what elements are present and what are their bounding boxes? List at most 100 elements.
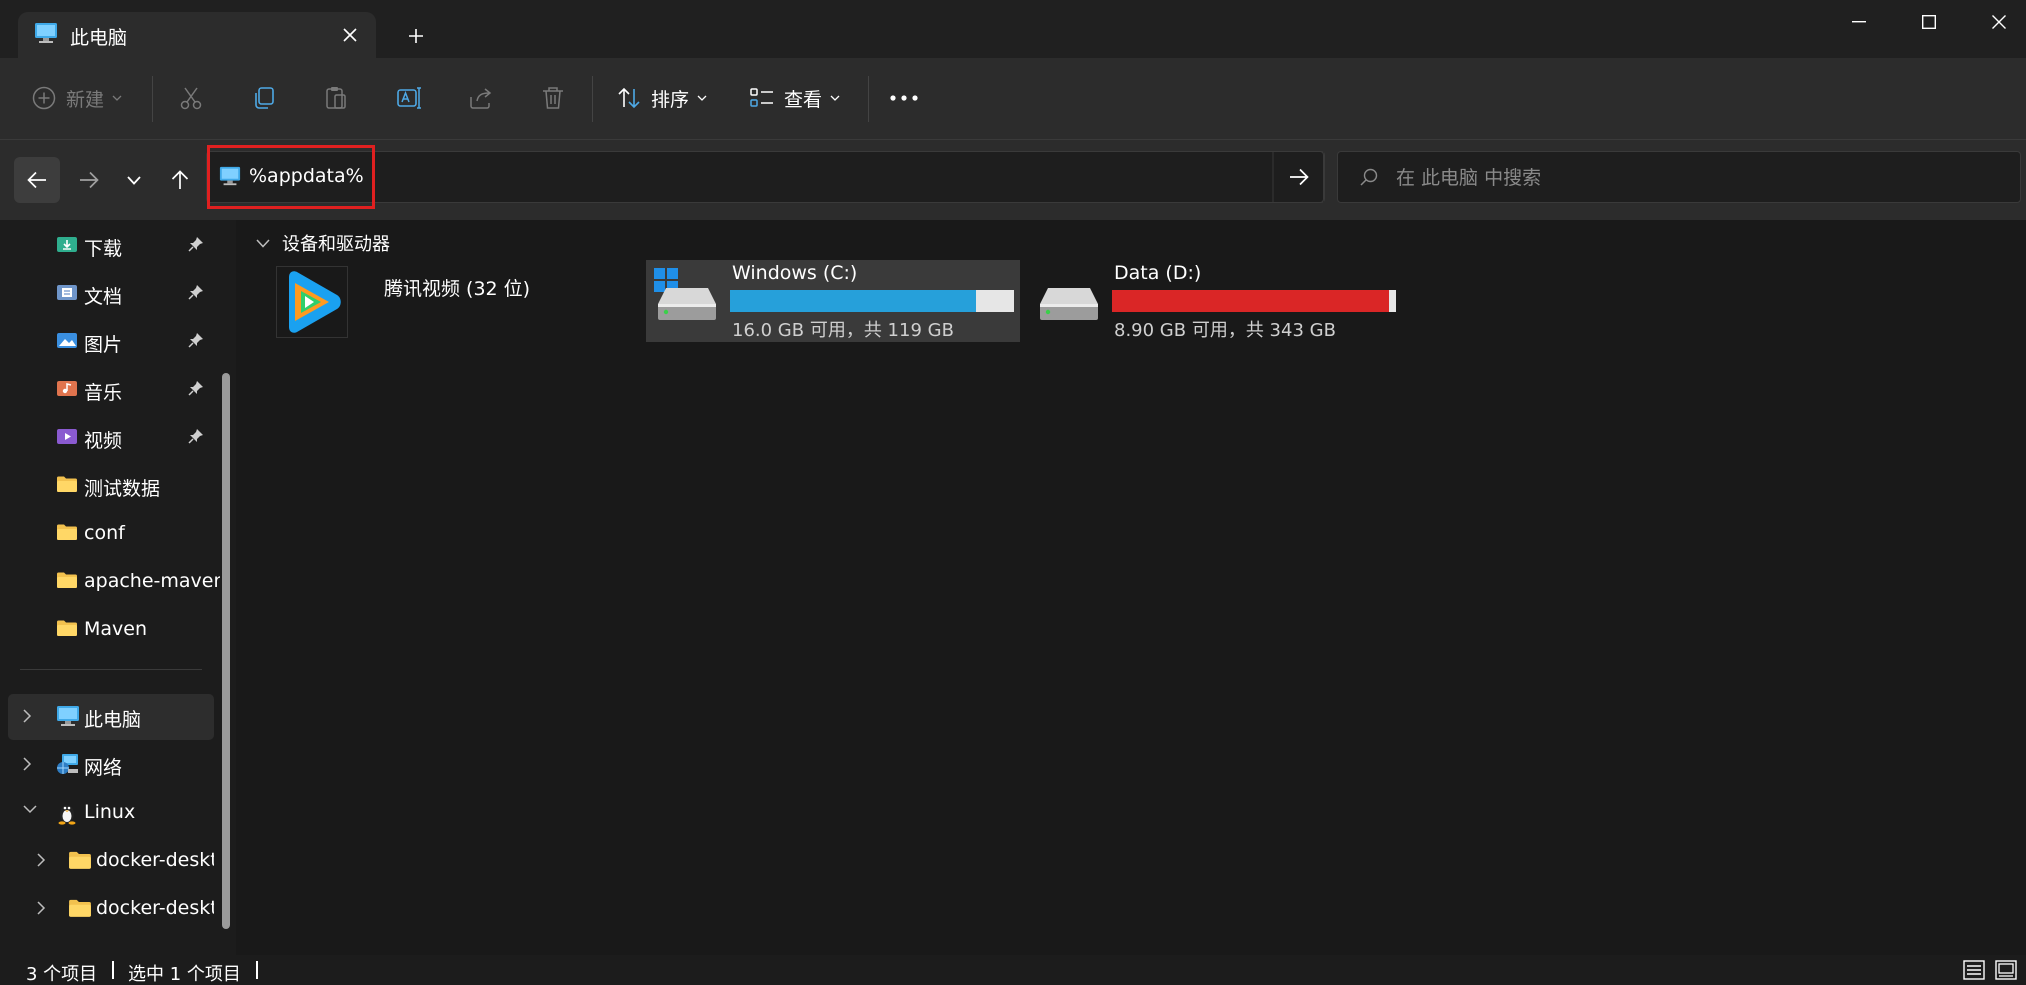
share-icon — [468, 85, 494, 111]
pin-icon[interactable] — [188, 380, 204, 396]
sidebar-scrollbar[interactable] — [222, 373, 230, 929]
trash-icon — [540, 85, 566, 111]
chevron-down-icon[interactable] — [22, 804, 38, 814]
paste-button[interactable] — [323, 76, 349, 120]
scissors-icon — [178, 85, 204, 111]
search-box[interactable] — [1337, 151, 2021, 203]
sidebar-item-downloads[interactable]: 下载 — [8, 223, 214, 269]
sidebar-item-music[interactable]: 音乐 — [8, 367, 214, 413]
new-button[interactable]: 新建 — [32, 76, 122, 120]
share-button[interactable] — [468, 76, 494, 120]
computer-icon — [34, 22, 58, 44]
details-view-icon — [1963, 960, 1985, 980]
sort-icon — [617, 86, 641, 110]
cut-button[interactable] — [178, 76, 204, 120]
arrow-up-icon — [171, 170, 189, 190]
forward-button[interactable] — [66, 157, 112, 203]
navigation-pane: 下载 文档 图片 音乐 视频 测试数据 conf apache-maven Ma… — [0, 220, 236, 955]
chevron-down-icon — [830, 95, 840, 101]
sidebar-item-docker-desktop-data[interactable]: docker-deskto — [8, 886, 214, 932]
sidebar-item-test-data[interactable]: 测试数据 — [8, 463, 214, 509]
sidebar-item-this-pc[interactable]: 此电脑 — [8, 694, 214, 740]
chevron-right-icon[interactable] — [22, 708, 32, 724]
item-name: Data (D:) — [1114, 262, 1202, 284]
rename-button[interactable] — [396, 76, 422, 120]
documents-folder-icon — [56, 282, 78, 302]
new-tab-button[interactable] — [400, 20, 432, 52]
back-button[interactable] — [14, 157, 60, 203]
sidebar-item-label: apache-maven — [84, 570, 220, 592]
recent-locations-button[interactable] — [111, 157, 157, 203]
tab-close-icon[interactable] — [338, 23, 362, 47]
tiles-view-button[interactable] — [1994, 958, 2018, 982]
item-drive-d[interactable]: Data (D:) 8.90 GB 可用，共 343 GB — [1028, 260, 1402, 342]
item-space-info: 16.0 GB 可用，共 119 GB — [732, 320, 954, 341]
chevron-right-icon[interactable] — [36, 852, 46, 868]
chevron-right-icon[interactable] — [36, 900, 46, 916]
details-view-button[interactable] — [1962, 958, 1986, 982]
sidebar-item-videos[interactable]: 视频 — [8, 415, 214, 461]
address-highlight-box — [207, 145, 375, 209]
folder-icon — [68, 849, 92, 871]
status-bar: 3 个项目 选中 1 个项目 — [0, 955, 2026, 985]
chevron-down-icon — [112, 95, 122, 101]
sort-button[interactable]: 排序 — [617, 76, 707, 120]
search-icon — [1360, 168, 1378, 186]
sidebar-item-conf[interactable]: conf — [8, 511, 214, 557]
minimize-icon — [1852, 21, 1866, 23]
arrow-right-icon — [79, 171, 99, 189]
chevron-right-icon[interactable] — [22, 756, 32, 772]
pictures-folder-icon — [56, 330, 78, 350]
view-list-icon — [750, 87, 774, 109]
sidebar-item-network[interactable]: 网络 — [8, 742, 214, 788]
item-space-info: 8.90 GB 可用，共 343 GB — [1114, 320, 1336, 341]
maximize-button[interactable] — [1894, 0, 1964, 44]
sidebar-item-label: conf — [84, 522, 125, 544]
sidebar-item-label: Linux — [84, 801, 136, 823]
status-divider — [256, 961, 258, 979]
pin-icon[interactable] — [188, 284, 204, 300]
network-icon — [56, 753, 80, 775]
selected-count: 选中 1 个项目 — [128, 964, 241, 985]
group-header-label: 设备和驱动器 — [282, 234, 390, 255]
pin-icon[interactable] — [188, 332, 204, 348]
tab-this-pc[interactable]: 此电脑 — [18, 12, 376, 58]
sidebar-item-label: Maven — [84, 618, 148, 640]
item-tencent-video[interactable]: 腾讯视频 (32 位) — [270, 264, 640, 346]
new-button-label: 新建 — [66, 88, 105, 111]
search-input[interactable] — [1396, 162, 1996, 194]
pin-icon[interactable] — [188, 236, 204, 252]
pin-icon[interactable] — [188, 428, 204, 444]
toolbar-divider — [592, 76, 593, 122]
address-bar[interactable]: %appdata% — [206, 145, 1325, 209]
large-icons-view-icon — [1995, 960, 2017, 980]
drive-c-usage-bar — [730, 290, 1014, 312]
sidebar-item-pictures[interactable]: 图片 — [8, 319, 214, 365]
copy-button[interactable] — [251, 76, 277, 120]
more-button[interactable] — [890, 76, 918, 120]
rename-icon — [396, 85, 422, 111]
tab-title: 此电脑 — [70, 27, 128, 49]
sidebar-item-label: 此电脑 — [84, 709, 142, 731]
clipboard-icon — [323, 85, 349, 111]
minimize-button[interactable] — [1824, 0, 1894, 44]
arrow-left-icon — [27, 171, 47, 189]
linux-penguin-icon — [56, 801, 78, 825]
up-button[interactable] — [157, 157, 203, 203]
group-header-devices[interactable]: 设备和驱动器 — [256, 230, 390, 256]
view-button[interactable]: 查看 — [750, 76, 840, 120]
sidebar-item-maven[interactable]: Maven — [8, 607, 214, 653]
sort-label: 排序 — [651, 88, 690, 111]
windows-drive-icon — [652, 266, 722, 328]
go-button[interactable] — [1274, 151, 1324, 203]
delete-button[interactable] — [540, 76, 566, 120]
close-window-button[interactable] — [1964, 0, 2026, 44]
item-count: 3 个项目 — [26, 964, 98, 985]
item-drive-c[interactable]: Windows (C:) 16.0 GB 可用，共 119 GB — [646, 260, 1020, 342]
sidebar-item-apache-maven[interactable]: apache-maven — [8, 559, 220, 605]
sidebar-item-docker-desktop[interactable]: docker-deskto — [8, 838, 214, 884]
item-name: 腾讯视频 (32 位) — [384, 278, 531, 300]
sidebar-item-linux[interactable]: Linux — [8, 790, 214, 836]
view-label: 查看 — [784, 88, 823, 111]
sidebar-item-documents[interactable]: 文档 — [8, 271, 214, 317]
